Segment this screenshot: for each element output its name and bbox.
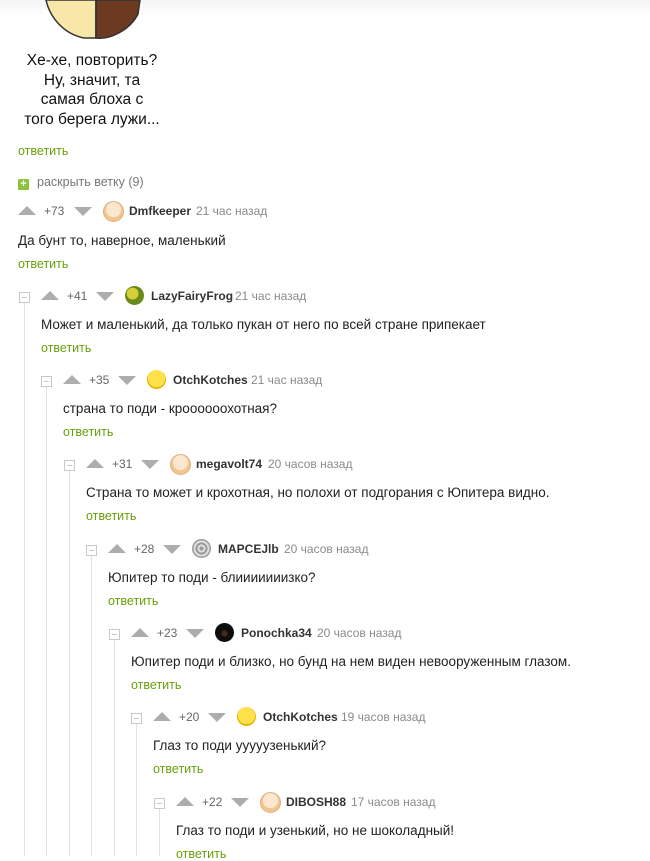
reply-link[interactable]: ответить [131,678,181,692]
expand-branch-button[interactable]: + раскрыть ветку (9) [18,175,144,190]
comment-text: Может и маленький, да только пукан от не… [41,317,486,332]
comment-author[interactable]: Ponochka34 [241,625,312,641]
upvote-icon[interactable] [108,544,126,553]
comment-time[interactable]: 21 час назад [235,288,306,304]
downvote-icon[interactable] [141,460,159,469]
downvote-icon[interactable] [231,798,249,807]
comment-rating: +41 [67,289,88,303]
collapse-icon[interactable] [154,798,165,809]
meme-drawing [45,0,141,39]
upvote-icon[interactable] [176,797,194,806]
comment-time[interactable]: 20 часов назад [268,456,352,472]
downvote-icon[interactable] [118,376,136,385]
avatar[interactable] [192,539,211,558]
reply-link[interactable]: ответить [63,425,113,439]
thread-line [24,303,25,856]
comment-text: Глаз то поди и узенький, но не шоколадны… [176,823,455,838]
thread-line [46,387,47,856]
upvote-icon[interactable] [86,459,104,468]
comment-text: Да бунт то, наверное, маленький [18,233,226,248]
downvote-icon[interactable] [74,207,92,216]
comment-time[interactable]: 21 час назад [251,372,322,388]
comment-rating: +20 [179,710,200,724]
comment-time[interactable]: 20 часов назад [284,541,368,557]
comment-author[interactable]: OtchKotches [173,372,248,388]
comment-text: страна то поди - кроооооохотная? [63,401,277,416]
thread-line [159,809,160,856]
collapse-icon[interactable] [86,545,97,556]
thread-line [114,640,115,856]
downvote-icon[interactable] [96,292,114,301]
collapse-icon[interactable] [19,292,30,303]
comment-text: Юпитер то поди - блииииииизко? [108,570,316,585]
comment-author[interactable]: OtchKotches [263,709,338,725]
upvote-icon[interactable] [153,712,171,721]
avatar[interactable] [147,370,166,389]
comment-rating: +73 [44,204,65,218]
downvote-icon[interactable] [186,629,204,638]
reply-link[interactable]: ответить [86,509,136,523]
comment-time[interactable]: 19 часов назад [341,709,425,725]
comment-text: Глаз то поди ууууузенький? [153,738,326,753]
upvote-icon[interactable] [41,291,59,300]
meme-caption: Хе-хе, повторить? Ну, значит, та самая б… [24,52,160,128]
thread-line [136,724,137,856]
avatar[interactable] [237,707,256,726]
reply-link[interactable]: ответить [176,847,226,861]
reply-link[interactable]: ответить [41,341,91,355]
comment-author[interactable]: LazyFairyFrog [151,288,233,304]
collapse-icon[interactable] [109,629,120,640]
avatar[interactable] [170,454,191,475]
upvote-icon[interactable] [63,375,81,384]
comment-rating: +22 [202,795,223,809]
reply-link[interactable]: ответить [18,257,68,271]
collapse-icon[interactable] [41,376,52,387]
comment-rating: +28 [134,542,155,556]
reply-link[interactable]: ответить [108,594,158,608]
expand-branch-label: раскрыть ветку (9) [37,175,144,189]
collapse-icon[interactable] [64,460,75,471]
avatar[interactable] [103,201,124,222]
comment-rating: +35 [89,373,110,387]
comment-rating: +23 [157,626,178,640]
comment-text: Юпитер поди и близко, но бунд на нем вид… [131,654,571,669]
upvote-icon[interactable] [131,628,149,637]
meme-image: Хе-хе, повторить? Ну, значит, та самая б… [0,0,190,135]
comment-author[interactable]: DIBOSH88 [286,794,346,810]
avatar[interactable] [215,623,234,642]
comment-author[interactable]: MAPCEJlb [218,541,279,557]
avatar[interactable] [260,792,281,813]
comment-rating: +31 [112,457,133,471]
comment-author[interactable]: megavolt74 [196,456,262,472]
comment-time[interactable]: 20 часов назад [317,625,401,641]
comment-time[interactable]: 17 часов назад [351,794,435,810]
downvote-icon[interactable] [163,545,181,554]
thread-line [91,556,92,856]
upvote-icon[interactable] [18,206,36,215]
reply-link[interactable]: ответить [153,762,203,776]
collapse-icon[interactable] [131,713,142,724]
reply-link-meme[interactable]: ответить [18,144,68,158]
thread-line [69,471,70,856]
comment-text: Страна то может и крохотная, но полохи о… [86,485,550,500]
comment-time[interactable]: 21 час назад [196,203,267,219]
avatar[interactable] [125,286,144,305]
plus-icon: + [18,179,29,190]
comment-author[interactable]: Dmfkeeper [129,203,191,219]
downvote-icon[interactable] [208,713,226,722]
